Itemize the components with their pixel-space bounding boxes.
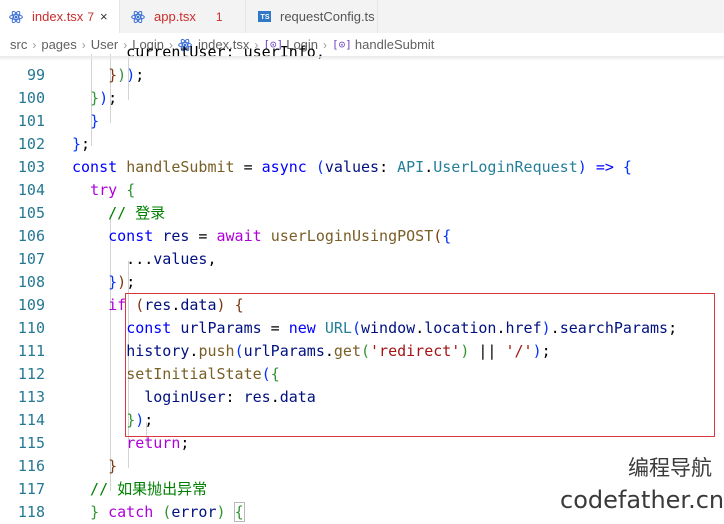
- watermark-domain: codefather.cn: [560, 486, 724, 514]
- code-line: 114 });: [0, 409, 724, 432]
- line-number: 118: [17, 503, 45, 521]
- react-icon: [8, 9, 24, 25]
- code-line: 112 setInitialState({: [0, 363, 724, 386]
- line-number: 100: [17, 89, 45, 107]
- code-text: };: [72, 135, 91, 153]
- code-line: 113 loginUser: res.data: [0, 386, 724, 409]
- line-number: 116: [17, 457, 45, 475]
- code-line: 106 const res = await userLoginUsingPOST…: [0, 225, 724, 248]
- typescript-icon: TS: [256, 9, 272, 25]
- tab-label: index.tsx: [32, 9, 84, 24]
- code-text: });: [108, 273, 136, 291]
- code-line: 101 }: [0, 110, 724, 133]
- code-text: }: [90, 112, 100, 130]
- line-number: 115: [17, 434, 45, 452]
- line-number: 101: [17, 112, 45, 130]
- problem-count: 7: [87, 9, 94, 24]
- code-text: } catch (error) {: [90, 502, 245, 522]
- code-line: 111 history.push(urlParams.get('redirect…: [0, 340, 724, 363]
- line-number: 107: [17, 250, 45, 268]
- code-text: ...values,: [72, 250, 217, 268]
- code-text: history.push(urlParams.get('redirect') |…: [126, 342, 551, 360]
- line-number: 104: [17, 181, 45, 199]
- line-number: 106: [17, 227, 45, 245]
- line-number: 117: [17, 480, 45, 498]
- editor-tab-bar: index.tsx 7 × app.tsx 1 TS requestConfig…: [0, 0, 724, 33]
- code-line: 107 ...values,: [0, 248, 724, 271]
- code-text: }: [108, 457, 118, 475]
- code-text: const handleSubmit = async (values: API.…: [72, 158, 632, 176]
- tab-requestconfig-ts[interactable]: TS requestConfig.ts: [246, 0, 378, 33]
- code-text: const urlParams = new URL(window.locatio…: [126, 319, 678, 337]
- line-number: 109: [17, 296, 45, 314]
- code-line: 99 }));: [0, 64, 724, 87]
- react-icon: [130, 9, 146, 25]
- line-number: 105: [17, 204, 45, 222]
- code-line: 109 if (res.data) {: [0, 294, 724, 317]
- code-text: setInitialState({: [126, 365, 280, 383]
- code-text: return;: [126, 434, 190, 452]
- code-comment: // 如果抛出异常: [72, 480, 208, 498]
- line-number: 111: [17, 342, 45, 360]
- code-text: loginUser: res.data: [144, 388, 316, 406]
- code-text: });: [126, 411, 154, 429]
- code-line: 102 };: [0, 133, 724, 156]
- line-number: 102: [17, 135, 45, 153]
- code-line: 103 const handleSubmit = async (values: …: [0, 156, 724, 179]
- tab-index-tsx[interactable]: index.tsx 7 ×: [0, 0, 120, 33]
- watermark: 编程导航 codefather.cn: [560, 452, 724, 514]
- scroll-shadow: [0, 56, 724, 61]
- code-text: const res = await userLoginUsingPOST({: [108, 227, 452, 245]
- tab-label: app.tsx: [154, 9, 196, 24]
- tab-app-tsx[interactable]: app.tsx 1: [120, 0, 246, 33]
- code-line: 105 // 登录: [0, 202, 724, 225]
- code-line: 110 const urlParams = new URL(window.loc…: [0, 317, 724, 340]
- code-text: }));: [108, 66, 145, 84]
- code-line: 104 try {: [0, 179, 724, 202]
- line-number: 103: [17, 158, 45, 176]
- line-number: 114: [17, 411, 45, 429]
- line-number: 110: [17, 319, 45, 337]
- code-text: try {: [90, 181, 136, 199]
- code-line: 100 });: [0, 87, 724, 110]
- code-text: if (res.data) {: [108, 296, 244, 314]
- line-number: 99: [26, 66, 45, 84]
- watermark-title: 编程导航: [628, 456, 712, 480]
- code-line: 108 });: [0, 271, 724, 294]
- problem-count: 1: [215, 9, 223, 24]
- code-comment: // 登录: [72, 204, 166, 222]
- line-number: 113: [17, 388, 45, 406]
- line-number: 112: [17, 365, 45, 383]
- tab-label: requestConfig.ts: [280, 9, 375, 24]
- code-text: });: [90, 89, 118, 107]
- line-number: 108: [17, 273, 45, 291]
- close-icon[interactable]: ×: [100, 9, 108, 24]
